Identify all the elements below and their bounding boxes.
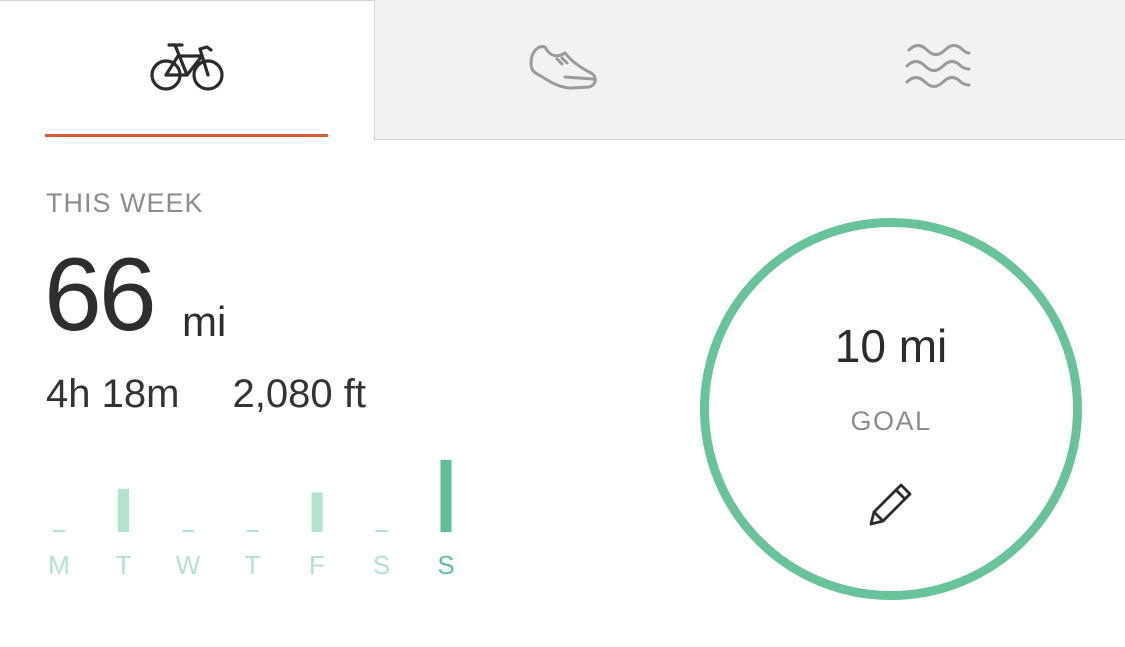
day-label: S bbox=[437, 550, 454, 580]
day-label: W bbox=[176, 550, 201, 580]
day-bar bbox=[311, 492, 323, 532]
day-label: T bbox=[245, 550, 261, 580]
bike-icon bbox=[149, 41, 225, 98]
water-icon bbox=[903, 40, 973, 97]
day-bar-empty bbox=[375, 530, 388, 532]
elevation-gain: 2,080 ft bbox=[232, 372, 366, 416]
day-bar-empty bbox=[246, 530, 259, 532]
day-label: T bbox=[116, 550, 132, 580]
day-label: F bbox=[309, 550, 325, 580]
tab-swim[interactable] bbox=[750, 0, 1125, 140]
period-label: THIS WEEK bbox=[46, 188, 204, 218]
day-label: S bbox=[373, 550, 390, 580]
distance-value: 66 bbox=[44, 237, 157, 353]
goal-value: 10 mi bbox=[834, 320, 948, 372]
tab-run[interactable] bbox=[375, 0, 750, 140]
day-bar-empty bbox=[53, 530, 65, 532]
daily-activity-svg: MTWTFSS bbox=[48, 460, 455, 580]
day-label: M bbox=[48, 550, 70, 580]
shoe-icon bbox=[527, 41, 599, 96]
tab-ride[interactable] bbox=[0, 0, 375, 141]
weekly-stats: 4h 18m 2,080 ft bbox=[46, 372, 366, 416]
day-bar bbox=[118, 488, 129, 532]
goal-label: GOAL bbox=[850, 406, 932, 436]
moving-time: 4h 18m bbox=[46, 372, 180, 416]
day-bar-empty bbox=[182, 530, 194, 532]
pencil-icon bbox=[863, 483, 919, 536]
edit-goal-button[interactable] bbox=[863, 476, 919, 532]
active-tab-indicator bbox=[45, 134, 328, 137]
day-bar bbox=[440, 460, 452, 532]
distance-unit: mi bbox=[182, 298, 227, 345]
weekly-goal: 10 mi GOAL bbox=[700, 218, 1082, 600]
daily-activity-chart: MTWTFSS bbox=[40, 450, 480, 590]
